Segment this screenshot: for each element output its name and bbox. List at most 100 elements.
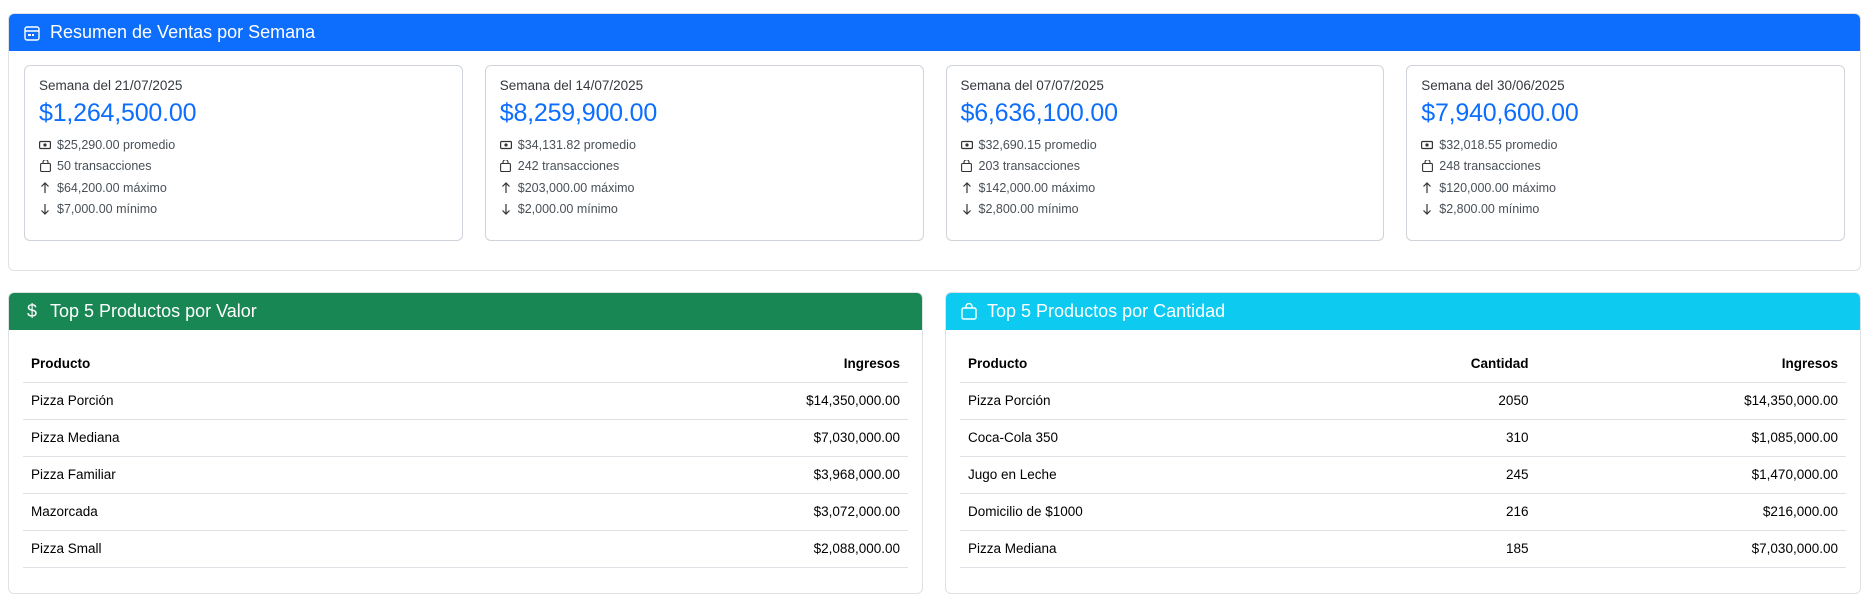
week-min: $2,800.00 mínimo	[1421, 199, 1830, 221]
arrow-down-icon	[961, 203, 973, 216]
bag-icon	[960, 303, 978, 321]
week-min-text: $2,800.00 mínimo	[978, 202, 1079, 217]
week-total: $6,636,100.00	[960, 99, 1118, 127]
week-total: $7,940,600.00	[1421, 99, 1579, 127]
arrow-up-icon	[500, 181, 512, 194]
week-average: $25,290.00 promedio	[39, 134, 448, 156]
cell-product: Mazorcada	[23, 493, 455, 531]
week-average-text: $25,290.00 promedio	[57, 137, 176, 152]
top-quantity-table: Producto Cantidad Ingresos Pizza Porción…	[960, 346, 1846, 568]
week-min-text: $2,800.00 mínimo	[1439, 202, 1540, 217]
arrow-up-icon	[961, 181, 973, 194]
cash-icon	[499, 139, 512, 151]
table-row: Coca-Cola 350 310 $1,085,000.00	[960, 419, 1846, 457]
cell-revenue: $14,350,000.00	[454, 382, 908, 420]
weekly-summary-header: Resumen de Ventas por Semana	[9, 14, 1860, 51]
cell-product: Pizza Porción	[23, 382, 455, 420]
week-transactions-text: 248 transacciones	[1439, 159, 1541, 174]
week-total: $1,264,500.00	[39, 99, 197, 127]
weekly-summary-title: Resumen de Ventas por Semana	[50, 22, 316, 42]
week-max: $142,000.00 máximo	[961, 177, 1370, 199]
cell-revenue: $3,072,000.00	[454, 493, 908, 531]
cell-revenue: $216,000.00	[1536, 493, 1846, 531]
cell-revenue: $7,030,000.00	[454, 419, 908, 457]
col-product: Producto	[23, 346, 455, 383]
week-average-text: $34,131.82 promedio	[517, 137, 636, 152]
week-title: Semana del 14/07/2025	[499, 78, 644, 93]
week-card: Semana del 30/06/2025 $7,940,600.00 $32,…	[1406, 65, 1845, 241]
cell-product: Pizza Porción	[960, 382, 1329, 420]
cell-product: Pizza Mediana	[960, 530, 1329, 568]
cell-product: Coca-Cola 350	[960, 419, 1329, 457]
week-total: $8,259,900.00	[499, 99, 658, 127]
cell-product: Pizza Mediana	[23, 419, 455, 457]
week-max-text: $142,000.00 máximo	[978, 180, 1096, 195]
top-value-title: Top 5 Productos por Valor	[50, 301, 257, 321]
week-max: $120,000.00 máximo	[1421, 177, 1830, 199]
cell-quantity: 2050	[1328, 382, 1537, 420]
arrow-up-icon	[39, 181, 51, 194]
top-value-header: $ Top 5 Productos por Valor	[9, 293, 922, 330]
table-row: Pizza Mediana 185 $7,030,000.00	[960, 530, 1846, 568]
bag-icon	[39, 160, 51, 173]
cash-icon	[1421, 139, 1434, 151]
week-min: $2,800.00 mínimo	[961, 199, 1370, 221]
table-row: Mazorcada $3,072,000.00	[23, 493, 908, 531]
week-min: $7,000.00 mínimo	[39, 199, 448, 221]
week-max: $64,200.00 máximo	[39, 177, 448, 199]
top-value-card: $ Top 5 Productos por Valor Producto Ing…	[8, 292, 923, 594]
week-average-text: $32,018.55 promedio	[1439, 137, 1558, 152]
table-row: Domicilio de $1000 216 $216,000.00	[960, 493, 1846, 531]
week-min-text: $7,000.00 mínimo	[57, 202, 158, 217]
table-row: Pizza Porción 2050 $14,350,000.00	[960, 382, 1846, 420]
col-product: Producto	[960, 346, 1329, 383]
week-max-text: $120,000.00 máximo	[1439, 180, 1556, 195]
table-header-row: Producto Cantidad Ingresos	[960, 346, 1846, 383]
col-revenue: Ingresos	[454, 346, 908, 383]
cell-quantity: 216	[1328, 493, 1537, 531]
cell-product: Jugo en Leche	[960, 456, 1329, 494]
week-title: Semana del 07/07/2025	[960, 78, 1104, 93]
table-row: Pizza Familiar $3,968,000.00	[23, 456, 908, 494]
week-transactions-text: 50 transacciones	[57, 159, 152, 174]
cell-quantity: 185	[1328, 530, 1537, 568]
cell-product: Domicilio de $1000	[960, 493, 1329, 531]
cash-icon	[39, 139, 51, 151]
top-quantity-header: Top 5 Productos por Cantidad	[946, 293, 1860, 330]
col-revenue: Ingresos	[1536, 346, 1846, 383]
table-row: Pizza Porción $14,350,000.00	[23, 382, 908, 420]
week-transactions-text: 203 transacciones	[978, 159, 1080, 174]
top-quantity-title: Top 5 Productos por Cantidad	[987, 301, 1226, 321]
week-title: Semana del 21/07/2025	[39, 78, 183, 93]
week-cards: Semana del 21/07/2025 $1,264,500.00 $25,…	[24, 65, 1845, 241]
week-average: $34,131.82 promedio	[499, 134, 909, 156]
table-header-row: Producto Ingresos	[23, 346, 908, 383]
week-transactions: 248 transacciones	[1421, 156, 1830, 178]
week-card: Semana del 14/07/2025 $8,259,900.00 $34,…	[484, 65, 924, 241]
top-value-table: Producto Ingresos Pizza Porción $14,350,0…	[23, 346, 908, 568]
top-quantity-card: Top 5 Productos por Cantidad Producto Ca…	[945, 292, 1861, 594]
cell-revenue: $14,350,000.00	[1536, 382, 1846, 420]
week-transactions-text: 242 transacciones	[517, 159, 620, 174]
bag-icon	[1421, 160, 1433, 173]
cell-product: Pizza Familiar	[23, 456, 455, 494]
weekly-summary-card: Resumen de Ventas por Semana Semana del …	[8, 13, 1861, 271]
cell-revenue: $1,085,000.00	[1536, 419, 1846, 457]
week-max: $203,000.00 máximo	[500, 177, 909, 199]
cell-revenue: $1,470,000.00	[1536, 456, 1846, 494]
week-min-text: $2,000.00 mínimo	[517, 202, 618, 217]
table-row: Pizza Small $2,088,000.00	[23, 530, 908, 568]
week-average-text: $32,690.15 promedio	[978, 137, 1097, 152]
week-title: Semana del 30/06/2025	[1421, 78, 1565, 93]
cash-icon	[960, 139, 973, 151]
cell-product: Pizza Small	[23, 530, 455, 568]
cell-revenue: $2,088,000.00	[454, 530, 908, 568]
cell-revenue: $3,968,000.00	[454, 456, 908, 494]
week-transactions: 203 transacciones	[961, 156, 1370, 178]
week-average: $32,018.55 promedio	[1421, 134, 1830, 156]
arrow-down-icon	[500, 203, 512, 216]
bag-icon	[500, 160, 512, 173]
dollar-icon: $	[26, 301, 37, 321]
arrow-down-icon	[1421, 203, 1433, 216]
week-max-text: $203,000.00 máximo	[517, 180, 635, 195]
